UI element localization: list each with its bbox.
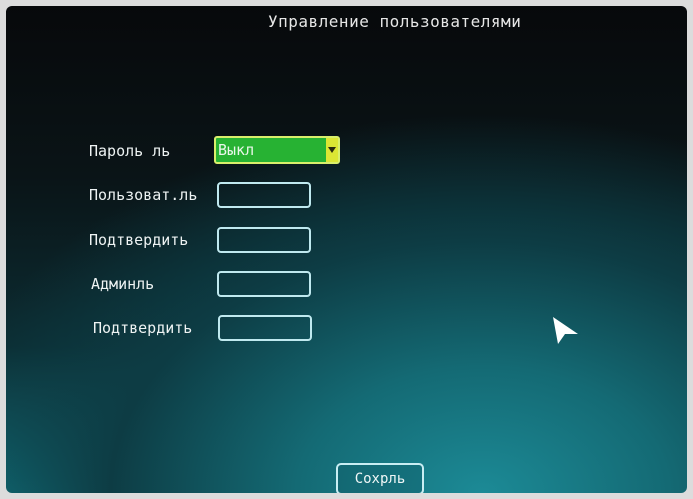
dvr-screen: Управление пользователями Пароль ль Выкл… [6,6,687,493]
mouse-pointer-icon [553,317,578,344]
password-select-value: Выкл [218,141,255,159]
admin-input[interactable] [217,271,311,297]
confirm-label-1: Подтвердить [89,231,189,249]
chevron-down-icon[interactable] [326,138,338,162]
page-title: Управление пользователями [268,12,522,31]
admin-label: Админль [91,275,155,293]
save-button[interactable]: Сохрль [336,463,424,493]
password-select[interactable]: Выкл [214,136,340,164]
password-label: Пароль ль [89,142,171,160]
user-input[interactable] [217,182,311,208]
user-label: Пользоват.ль [89,186,198,204]
confirm-input-1[interactable] [217,227,311,253]
confirm-label-2: Подтвердить [93,319,193,337]
confirm-input-2[interactable] [218,315,312,341]
